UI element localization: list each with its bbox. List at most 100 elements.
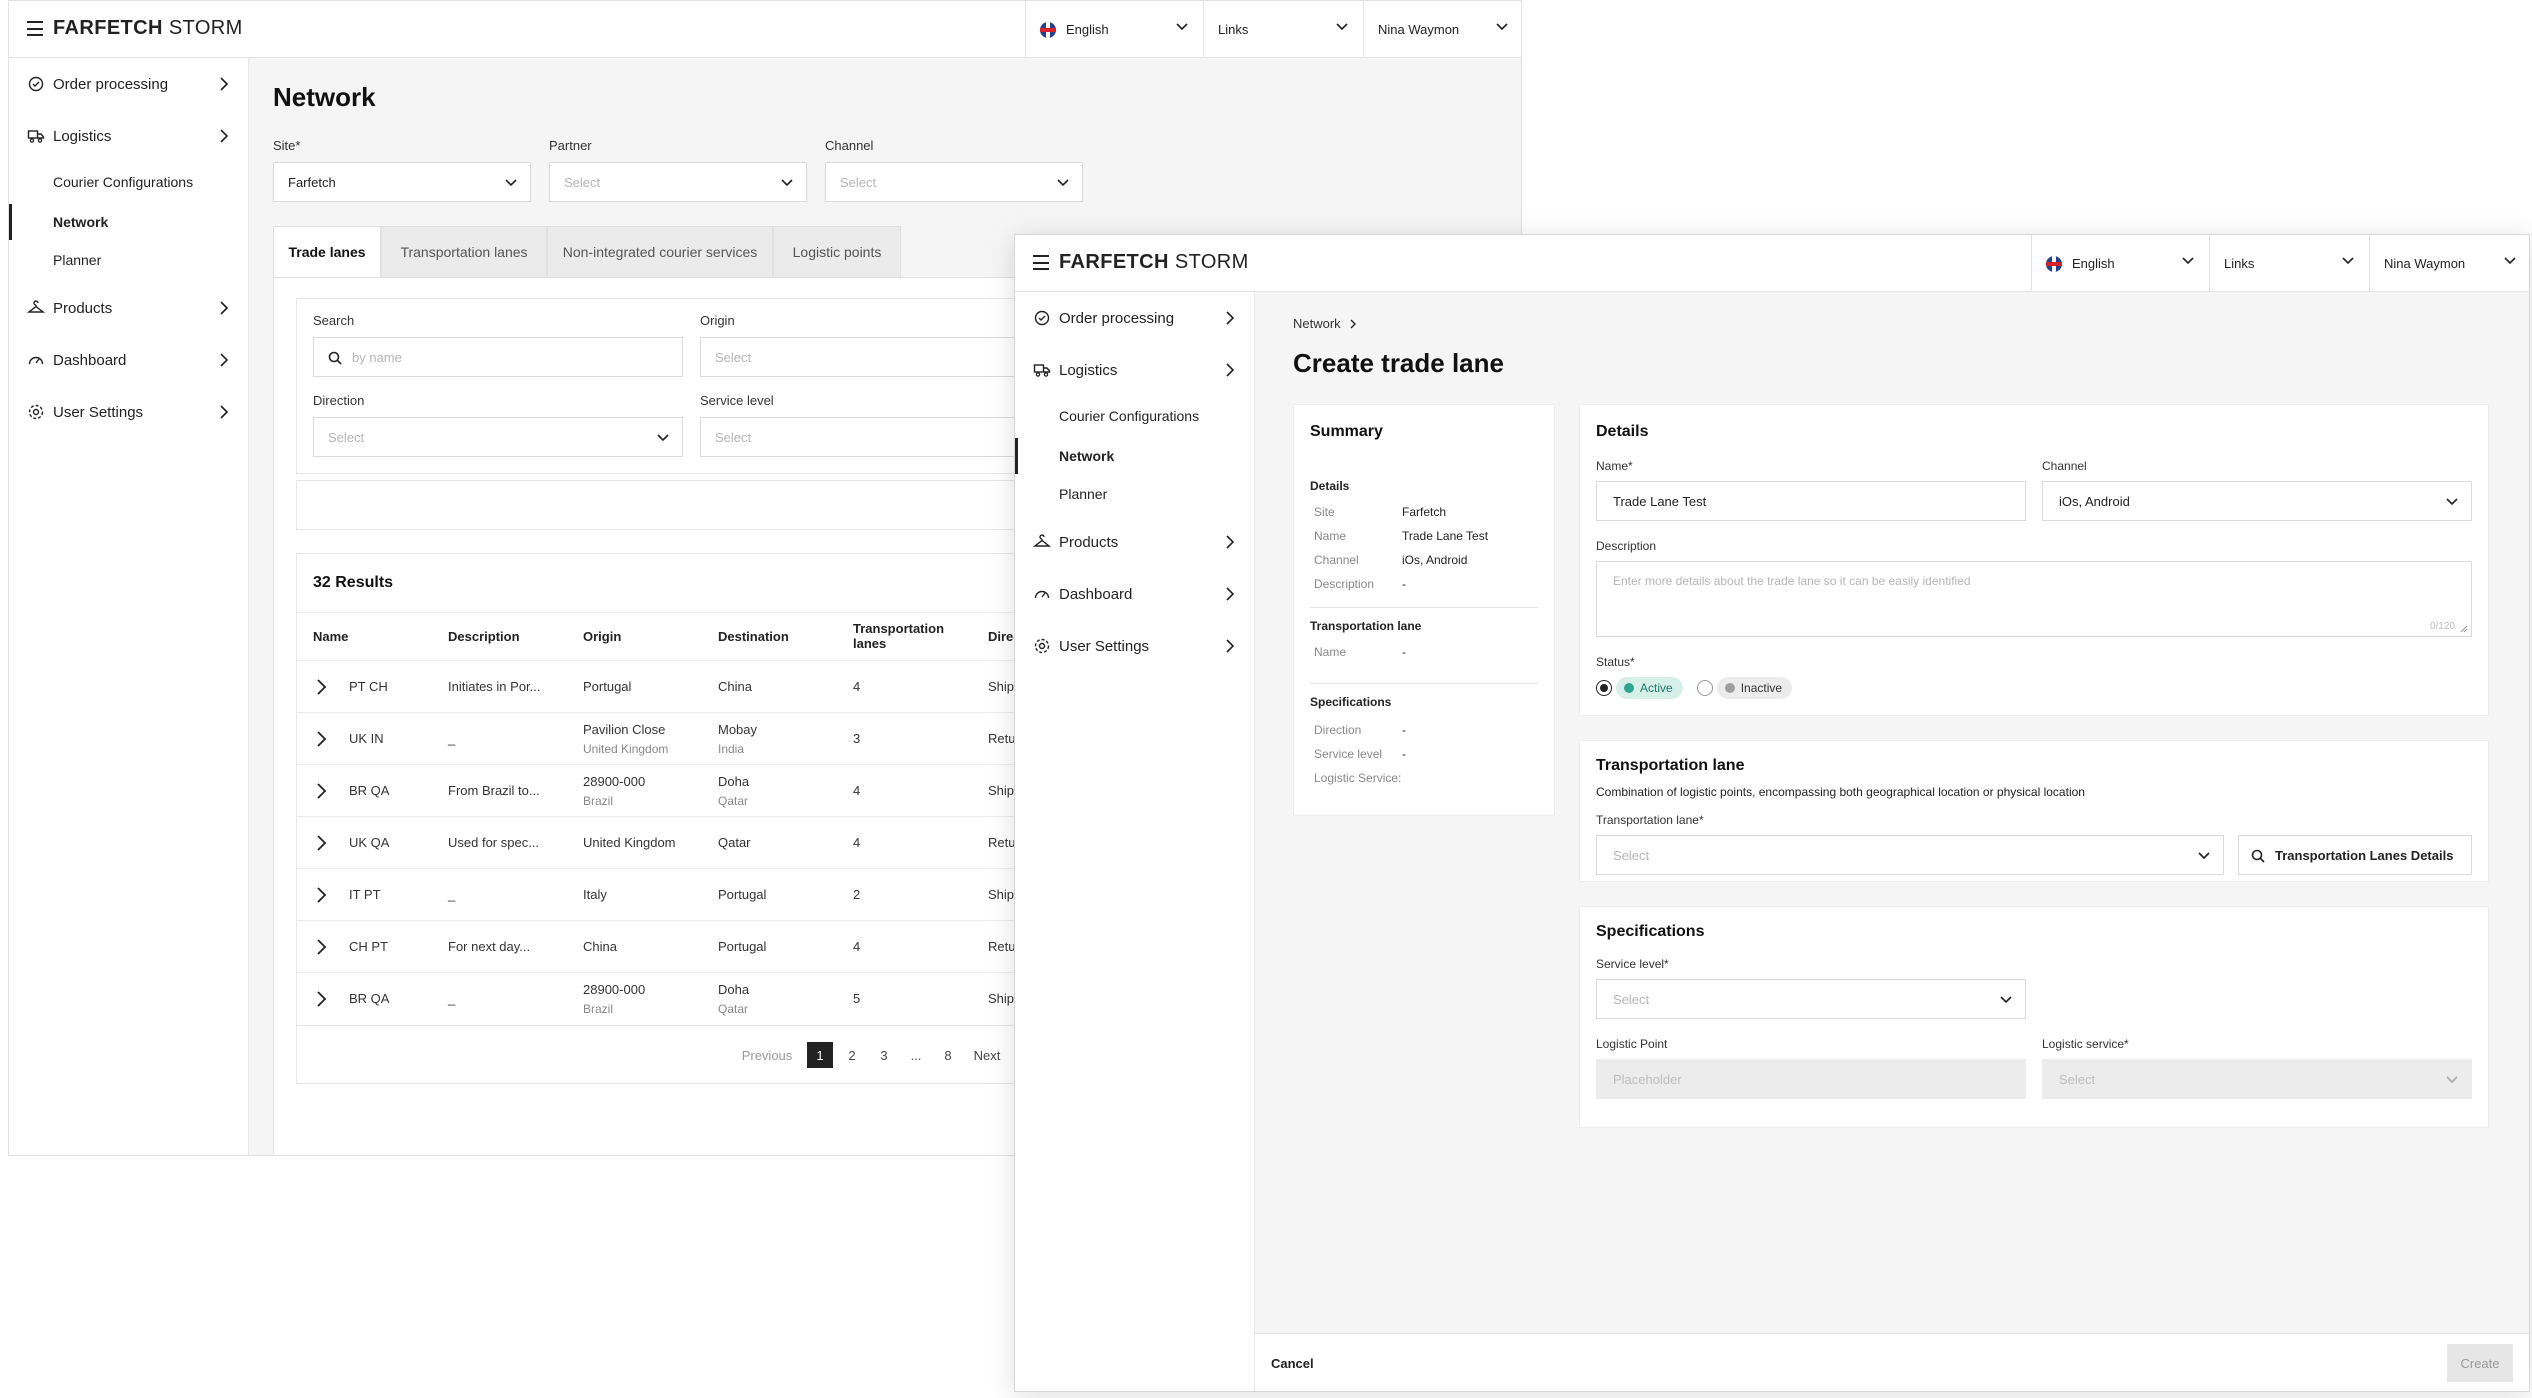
user-name: Nina Waymon [1378, 22, 1460, 37]
sidebar-subitem-network[interactable]: Network [1015, 438, 1255, 474]
chevron-down-icon [2342, 257, 2354, 265]
resize-handle-icon[interactable] [2460, 625, 2468, 633]
transportation-lane-select[interactable]: Select [1596, 835, 2224, 875]
sidebar-item-label: Products [1059, 533, 1119, 551]
expand-row-chevron-icon[interactable] [315, 886, 327, 904]
cell-origin_sub: United Kingdom [583, 742, 669, 756]
create-main: Network Create trade lane Summary Detail… [1255, 292, 2529, 1391]
summary-value: - [1402, 747, 1406, 761]
tab-trade-lanes[interactable]: Trade lanes [273, 226, 381, 278]
summary-key: Name [1314, 645, 1347, 659]
partner-select[interactable]: Select [549, 162, 807, 202]
tab-logistic-points[interactable]: Logistic points [773, 226, 901, 278]
specifications-card: Specifications Service level* Select Log… [1579, 906, 2489, 1128]
sidebar-item-user-settings[interactable]: User Settings [1015, 626, 1255, 666]
cell-name: IT PT [349, 887, 381, 902]
expand-row-chevron-icon[interactable] [315, 990, 327, 1008]
cell-transportation-lanes: 4 [853, 679, 861, 694]
language-label: English [1066, 22, 1109, 37]
user-menu[interactable]: Nina Waymon [2369, 235, 2529, 292]
status-inactive-badge[interactable]: Inactive [1716, 677, 1793, 699]
summary-value: - [1402, 577, 1406, 591]
language-select[interactable]: English [1025, 1, 1203, 58]
user-menu[interactable]: Nina Waymon [1363, 1, 1521, 58]
site-select[interactable]: Farfetch [273, 162, 531, 202]
menu-icon[interactable] [27, 21, 43, 36]
cell-origin_sub: Brazil [583, 794, 614, 808]
sidebar-item-order-processing[interactable]: Order processing [9, 64, 249, 104]
cell-origin: 28900-000 [583, 774, 646, 789]
expand-row-chevron-icon[interactable] [315, 938, 327, 956]
menu-icon[interactable] [1033, 255, 1049, 270]
chevron-down-icon [657, 434, 669, 442]
sidebar-item-products[interactable]: Products [9, 288, 249, 328]
cell-destination: China [718, 679, 752, 694]
breadcrumb[interactable]: Network [1293, 316, 1357, 331]
sidebar-subitem-planner[interactable]: Planner [9, 242, 249, 278]
name-input[interactable]: Trade Lane Test [1596, 481, 2026, 521]
status-active-radio[interactable] [1596, 680, 1612, 696]
logistic-point-input[interactable]: Placeholder [1596, 1059, 2026, 1099]
cell-destination: Qatar [718, 835, 751, 850]
next-page-button[interactable]: Next [969, 1042, 1005, 1068]
sidebar-item-user-settings[interactable]: User Settings [9, 392, 249, 432]
column-header-origin[interactable]: Origin [583, 629, 621, 644]
sidebar-item-products[interactable]: Products [1015, 522, 1255, 562]
summary-key: Description [1314, 577, 1375, 591]
chevron-down-icon [505, 179, 517, 187]
column-header-name[interactable]: Name [313, 629, 348, 644]
sidebar-subitem-courier-configurations[interactable]: Courier Configurations [9, 164, 249, 200]
links-select[interactable]: Links [2209, 235, 2369, 292]
sidebar-subitem-network[interactable]: Network [9, 204, 249, 240]
page-ellipsis: ... [910, 1047, 922, 1063]
breadcrumb-network-link[interactable]: Network [1293, 316, 1341, 331]
tab-non-integrated-courier-services[interactable]: Non-integrated courier services [547, 226, 773, 278]
expand-row-chevron-icon[interactable] [315, 678, 327, 696]
sidebar-item-dashboard[interactable]: Dashboard [1015, 574, 1255, 614]
create-button[interactable]: Create [2447, 1344, 2513, 1382]
results-count: 32 Results [313, 574, 394, 591]
expand-row-chevron-icon[interactable] [315, 834, 327, 852]
cancel-button[interactable]: Cancel [1271, 1350, 1314, 1376]
search-label: Search [313, 313, 355, 328]
column-header-description[interactable]: Description [448, 629, 520, 644]
logistic-service-select[interactable]: Select [2042, 1059, 2472, 1099]
page-2-button[interactable]: 2 [839, 1042, 865, 1068]
sidebar-item-logistics[interactable]: Logistics [9, 116, 249, 156]
service-level-select[interactable]: Select [1596, 979, 2026, 1019]
page-1-button[interactable]: 1 [807, 1042, 833, 1068]
column-header-destination[interactable]: Destination [718, 629, 789, 644]
summary-value: Farfetch [1402, 505, 1447, 519]
description-textarea[interactable]: Enter more details about the trade lane … [1596, 561, 2472, 637]
page-3-button[interactable]: 3 [871, 1042, 897, 1068]
expand-row-chevron-icon[interactable] [315, 730, 327, 748]
expand-row-chevron-icon[interactable] [315, 782, 327, 800]
user-name: Nina Waymon [2384, 256, 2466, 271]
language-select[interactable]: English [2031, 235, 2209, 292]
tab-transportation-lanes[interactable]: Transportation lanes [381, 226, 547, 278]
status-active-badge[interactable]: Active [1616, 677, 1683, 699]
transportation-lane-subtitle: Combination of logistic points, encompas… [1596, 785, 2085, 799]
sidebar: Order processing Logistics Courier Confi… [9, 58, 249, 1155]
cell-description: From Brazil to... [448, 783, 540, 798]
cell-origin_sub: Brazil [583, 1002, 614, 1016]
column-header-transportation-lanes[interactable]: Transportation lanes [853, 621, 953, 651]
status-inactive-radio[interactable] [1696, 680, 1713, 696]
logistic-service-label: Logistic service* [2042, 1037, 2129, 1051]
channel-select[interactable]: Select [825, 162, 1083, 202]
cell-destination: Portugal [718, 939, 767, 954]
transportation-lanes-details-button[interactable]: Transportation Lanes Details [2238, 835, 2472, 875]
page-8-button[interactable]: 8 [935, 1042, 961, 1068]
sidebar-item-order-processing[interactable]: Order processing [1015, 298, 1255, 338]
direction-select[interactable]: Select [313, 417, 683, 457]
links-select[interactable]: Links [1203, 1, 1363, 58]
chevron-right-icon [1226, 535, 1235, 549]
origin-label: Origin [700, 313, 735, 328]
previous-page-button[interactable]: Previous [737, 1042, 797, 1068]
search-input[interactable]: by name [313, 337, 683, 377]
sidebar-subitem-courier-configurations[interactable]: Courier Configurations [1015, 398, 1255, 434]
channel-select[interactable]: iOs, Android [2042, 481, 2472, 521]
sidebar-item-logistics[interactable]: Logistics [1015, 350, 1255, 390]
sidebar-subitem-planner[interactable]: Planner [1015, 476, 1255, 512]
sidebar-item-dashboard[interactable]: Dashboard [9, 340, 249, 380]
